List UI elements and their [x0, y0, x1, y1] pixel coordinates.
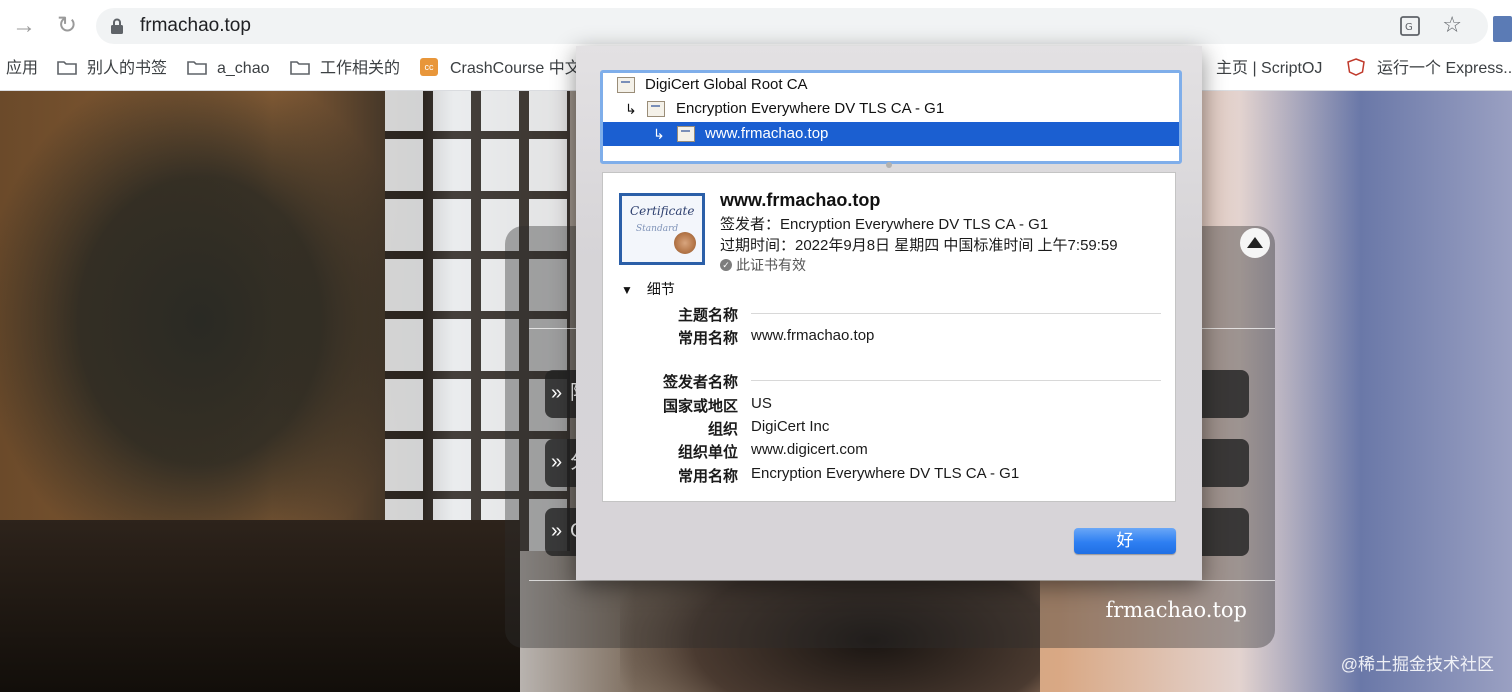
forward-icon[interactable]: → — [10, 12, 38, 40]
angular-icon — [1347, 57, 1365, 76]
subject-common-name-value: www.frmachao.top — [751, 327, 875, 344]
issuer-field-value: Encryption Everywhere DV TLS CA - G1 — [751, 465, 1020, 482]
url-text[interactable]: frmachao.top — [140, 15, 251, 37]
site-footer[interactable]: frmachao.top — [1105, 598, 1247, 622]
certificate-icon — [677, 126, 695, 142]
folder-icon — [290, 60, 310, 75]
check-icon: ✓ — [720, 259, 732, 272]
subject-common-name-key: 常用名称 — [677, 330, 738, 347]
chain-item-intermediate[interactable]: ↳ Encryption Everywhere DV TLS CA - G1 — [603, 97, 1179, 121]
certificate-icon — [617, 77, 635, 93]
issuer-field-value: DigiCert Inc — [751, 418, 830, 435]
certificate-chain-tree: DigiCert Global Root CA ↳ Encryption Eve… — [600, 70, 1182, 164]
bookmark-star-icon[interactable]: ☆ — [1442, 12, 1462, 38]
chain-label: DigiCert Global Root CA — [645, 76, 808, 93]
child-arrow-icon: ↳ — [653, 126, 665, 142]
bookmark-express[interactable]: 运行一个 Express... — [1347, 57, 1512, 80]
address-bar[interactable]: frmachao.top G ☆ — [96, 8, 1488, 44]
reload-icon[interactable]: ↻ — [53, 12, 81, 40]
bookmark-label: 工作相关的 — [320, 60, 401, 77]
lock-icon[interactable] — [111, 18, 123, 34]
folder-icon — [187, 60, 207, 75]
bookmark-scriptoj[interactable]: 主页 | ScriptOJ — [1216, 58, 1322, 80]
seal-icon — [674, 232, 696, 254]
expiry-line: 过期时间：2022年9月8日 星期四 中国标准时间 上午7:59:59 — [720, 237, 1118, 254]
disclosure-triangle-icon: ▼ — [621, 283, 633, 297]
cert-icon-text: Certificate — [630, 204, 695, 218]
crashcourse-icon: cc — [420, 57, 438, 76]
certificate-large-icon: Certificate Standard — [619, 193, 705, 265]
bookmark-a-chao[interactable]: a_chao — [187, 58, 270, 80]
issuer-name-header: 签发者名称 — [662, 374, 738, 391]
issuer-field-key: 国家或地区 — [662, 398, 738, 415]
certificate-details-panel: Certificate Standard www.frmachao.top 签发… — [602, 172, 1176, 502]
chain-label: www.frmachao.top — [705, 125, 829, 142]
scroll-up-icon[interactable] — [1240, 228, 1270, 258]
divider — [529, 580, 1275, 581]
extension-icon[interactable] — [1493, 16, 1512, 42]
cert-icon-text: Standard — [636, 224, 679, 234]
certificate-icon — [647, 101, 665, 117]
child-arrow-icon: ↳ — [625, 101, 637, 117]
bookmark-label: CrashCourse 中文 — [450, 60, 581, 77]
bookmark-label: 别人的书签 — [87, 60, 168, 77]
chain-item-root[interactable]: DigiCert Global Root CA — [603, 73, 1179, 97]
issuer-field-value: www.digicert.com — [751, 441, 868, 458]
background-table — [0, 520, 520, 692]
section-rule — [751, 380, 1161, 381]
section-rule — [751, 313, 1161, 314]
bookmark-crashcourse[interactable]: cc CrashCourse 中文 — [420, 57, 581, 80]
bookmark-apps[interactable]: 应用 — [6, 58, 38, 80]
folder-icon — [57, 60, 77, 75]
details-label: 细节 — [646, 281, 675, 297]
bookmark-others-bookmarks[interactable]: 别人的书签 — [57, 58, 167, 80]
certificate-name: www.frmachao.top — [720, 190, 881, 210]
bookmark-label: a_chao — [217, 60, 270, 77]
subject-name-header: 主题名称 — [677, 307, 738, 324]
splitter-handle[interactable] — [886, 162, 892, 168]
details-disclosure[interactable]: ▼ 细节 — [621, 279, 675, 299]
certificate-dialog: DigiCert Global Root CA ↳ Encryption Eve… — [576, 46, 1202, 580]
validity-status: ✓ 此证书有效 — [720, 255, 806, 275]
issuer-line: 签发者：Encryption Everywhere DV TLS CA - G1 — [720, 216, 1049, 233]
bookmark-work[interactable]: 工作相关的 — [290, 58, 400, 80]
chain-label: Encryption Everywhere DV TLS CA - G1 — [676, 100, 945, 117]
ok-button[interactable]: 好 — [1074, 528, 1176, 554]
watermark: @稀土掘金技术社区 — [1340, 655, 1494, 674]
row-arrow: » — [551, 451, 563, 473]
row-arrow: » — [551, 382, 563, 404]
chain-item-leaf[interactable]: ↳ www.frmachao.top — [603, 122, 1179, 146]
browser-toolbar: → ↻ frmachao.top G ☆ — [0, 0, 1512, 50]
issuer-field-key: 组织单位 — [677, 444, 738, 461]
translate-icon[interactable]: G — [1400, 16, 1420, 36]
issuer-field-key: 常用名称 — [677, 468, 738, 485]
svg-text:G: G — [1405, 22, 1413, 33]
issuer-field-value: US — [751, 395, 772, 412]
issuer-field-key: 组织 — [707, 421, 738, 438]
bookmark-label: 运行一个 Express... — [1377, 60, 1512, 77]
row-arrow: » — [551, 520, 563, 542]
validity-text: 此证书有效 — [736, 257, 806, 273]
